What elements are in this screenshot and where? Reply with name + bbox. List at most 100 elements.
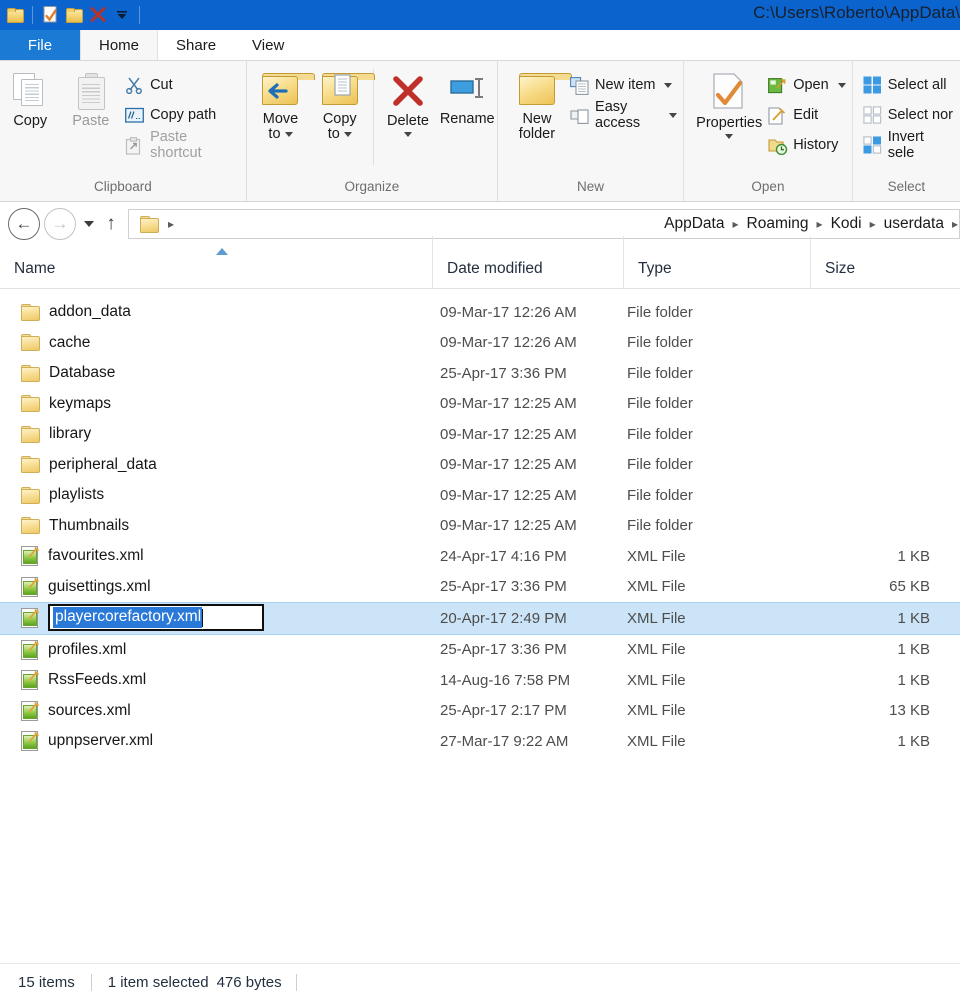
column-header-date-modified[interactable]: Date modified — [432, 236, 623, 288]
delete-icon — [90, 7, 106, 22]
file-explorer-window: C:\Users\Roberto\AppData\ File Home Shar… — [0, 0, 960, 1000]
file-name-cell[interactable]: addon_data — [0, 303, 432, 321]
file-name-cell[interactable]: favourites.xml — [0, 546, 432, 567]
new-folder-icon — [517, 73, 572, 107]
ribbon-rename-button[interactable]: Rename — [438, 67, 497, 127]
table-row[interactable]: upnpserver.xml 27-Mar-17 9:22 AM XML File 1… — [0, 726, 960, 757]
file-list[interactable]: addon_data 09-Mar-17 12:26 AM File folder c… — [0, 289, 960, 963]
file-name-cell[interactable]: RssFeeds.xml — [0, 670, 432, 691]
ribbon-invert-selection-button[interactable]: Invert sele — [862, 129, 960, 161]
file-name-cell[interactable]: Database — [0, 364, 432, 382]
table-row[interactable]: addon_data 09-Mar-17 12:26 AM File folder — [0, 297, 960, 328]
table-row[interactable]: guisettings.xml 25-Apr-17 3:36 PM XML File… — [0, 572, 960, 603]
file-name-cell[interactable]: Thumbnails — [0, 517, 432, 535]
file-name-cell[interactable]: guisettings.xml — [0, 576, 432, 597]
table-row[interactable]: peripheral_data 09-Mar-17 12:25 AM File fo… — [0, 450, 960, 481]
ribbon-paste-button[interactable]: Paste — [61, 67, 122, 129]
ribbon-copy-to-button[interactable]: Copy to — [310, 67, 375, 142]
ribbon-new-folder-button[interactable]: New folder — [510, 67, 572, 142]
ribbon-history-button[interactable]: History — [768, 131, 851, 159]
qat-folder-icon[interactable] — [4, 3, 26, 27]
breadcrumb-separator-4[interactable]: ▸ — [951, 217, 959, 231]
rename-selected-text: playercorefactory.xml — [53, 607, 203, 628]
file-name-cell[interactable]: profiles.xml — [0, 639, 432, 660]
file-type-cell: File folder — [627, 486, 693, 504]
column-header-name[interactable]: Name — [0, 236, 432, 288]
chevron-down-icon — [84, 221, 94, 227]
table-row[interactable]: profiles.xml 25-Apr-17 3:36 PM XML File 1 K… — [0, 635, 960, 666]
window-title: C:\Users\Roberto\AppData\ — [753, 3, 960, 22]
ribbon-move-to-button[interactable]: Move to — [251, 67, 316, 142]
file-date-cell: 24-Apr-17 4:16 PM — [440, 547, 567, 565]
breadcrumb[interactable]: ▸ AppData ▸ Roaming ▸ Kodi ▸ userdata ▸ — [128, 209, 960, 239]
qat-delete-icon[interactable] — [87, 3, 109, 27]
breadcrumb-appdata[interactable]: AppData — [657, 215, 731, 233]
text-cursor — [202, 608, 204, 627]
qat-properties-icon[interactable] — [39, 3, 61, 27]
table-row[interactable]: playlists 09-Mar-17 12:25 AM File folder — [0, 480, 960, 511]
file-type-cell: File folder — [627, 364, 693, 382]
breadcrumb-separator-2[interactable]: ▸ — [816, 217, 824, 231]
breadcrumb-userdata[interactable]: userdata — [877, 215, 951, 233]
chevron-down-icon — [343, 132, 352, 138]
ribbon-paste-shortcut-button[interactable]: Paste shortcut — [125, 129, 246, 161]
ribbon-copy-path-button[interactable]: Copy path — [125, 101, 246, 129]
table-row[interactable]: cache 09-Mar-17 12:26 AM File folder — [0, 328, 960, 359]
file-date-cell: 09-Mar-17 12:26 AM — [440, 334, 577, 352]
file-name-label: Thumbnails — [49, 516, 130, 534]
ribbon-rename-label: Rename — [439, 111, 495, 127]
file-name-cell[interactable]: sources.xml — [0, 700, 432, 721]
ribbon-edit-button[interactable]: Edit — [768, 101, 851, 129]
table-row[interactable]: playercorefactory.xmlplayercorefactory.x… — [0, 602, 960, 635]
file-date-cell: 20-Apr-17 2:49 PM — [440, 609, 567, 627]
table-row[interactable]: favourites.xml 24-Apr-17 4:16 PM XML File 1… — [0, 541, 960, 572]
ribbon-open-button[interactable]: Open — [768, 71, 851, 99]
file-name-cell[interactable]: library — [0, 425, 432, 443]
table-row[interactable]: library 09-Mar-17 12:25 AM File folder — [0, 419, 960, 450]
file-size-cell: 1 KB — [897, 641, 930, 659]
ribbon-cut-button[interactable]: Cut — [125, 71, 246, 99]
file-name-cell[interactable]: cache — [0, 334, 432, 352]
up-button[interactable]: ↑ — [98, 213, 124, 235]
table-row[interactable]: keymaps 09-Mar-17 12:25 AM File folder — [0, 389, 960, 420]
breadcrumb-separator-3[interactable]: ▸ — [869, 217, 877, 231]
file-name-cell[interactable]: peripheral_data — [0, 456, 432, 474]
breadcrumb-roaming[interactable]: Roaming — [740, 215, 816, 233]
file-type-cell: File folder — [627, 517, 693, 535]
file-name-cell[interactable]: upnpserver.xml — [0, 731, 432, 752]
history-icon — [768, 137, 788, 156]
qat-new-folder-icon[interactable] — [63, 3, 85, 27]
ribbon-properties-button[interactable]: Properties — [692, 67, 766, 140]
table-row[interactable]: sources.xml 25-Apr-17 2:17 PM XML File 13 K… — [0, 696, 960, 727]
ribbon-select-all-button[interactable]: Select all — [863, 71, 960, 99]
ribbon-group-label-clipboard: Clipboard — [94, 179, 152, 194]
table-row[interactable]: Thumbnails 09-Mar-17 12:25 AM File folder — [0, 511, 960, 542]
table-row[interactable]: RssFeeds.xml 14-Aug-16 7:58 PM XML File 1 K… — [0, 665, 960, 696]
file-date-cell: 09-Mar-17 12:25 AM — [440, 517, 577, 535]
paste-icon — [76, 73, 106, 110]
tab-file[interactable]: File — [0, 30, 80, 60]
recent-locations-button[interactable] — [80, 221, 98, 227]
ribbon-copy-button[interactable]: Copy — [0, 67, 61, 129]
new-folder-icon — [65, 8, 83, 23]
ribbon-easy-access-button[interactable]: Easy access — [570, 99, 683, 131]
tab-home[interactable]: Home — [80, 30, 159, 60]
folder-icon — [6, 8, 24, 23]
breadcrumb-separator-0[interactable]: ▸ — [167, 217, 175, 231]
file-name-cell[interactable]: playercorefactory.xmlplayercorefactory.x… — [0, 604, 432, 631]
qat-customize-dropdown[interactable] — [111, 3, 133, 27]
column-header-type[interactable]: Type — [623, 236, 810, 288]
rename-input[interactable]: playercorefactory.xml — [48, 604, 264, 631]
file-name-cell[interactable]: keymaps — [0, 395, 432, 413]
column-header-size[interactable]: Size — [810, 236, 941, 288]
ribbon-delete-button[interactable]: Delete — [378, 67, 437, 138]
tab-view[interactable]: View — [234, 30, 303, 60]
ribbon-new-item-button[interactable]: New item — [570, 71, 683, 99]
breadcrumb-separator-1[interactable]: ▸ — [731, 217, 739, 231]
select-none-icon — [862, 106, 881, 124]
file-name-cell[interactable]: playlists — [0, 486, 432, 504]
table-row[interactable]: Database 25-Apr-17 3:36 PM File folder — [0, 358, 960, 389]
ribbon-select-none-button[interactable]: Select nor — [862, 101, 960, 129]
breadcrumb-kodi[interactable]: Kodi — [824, 215, 869, 233]
tab-share[interactable]: Share — [158, 30, 235, 60]
